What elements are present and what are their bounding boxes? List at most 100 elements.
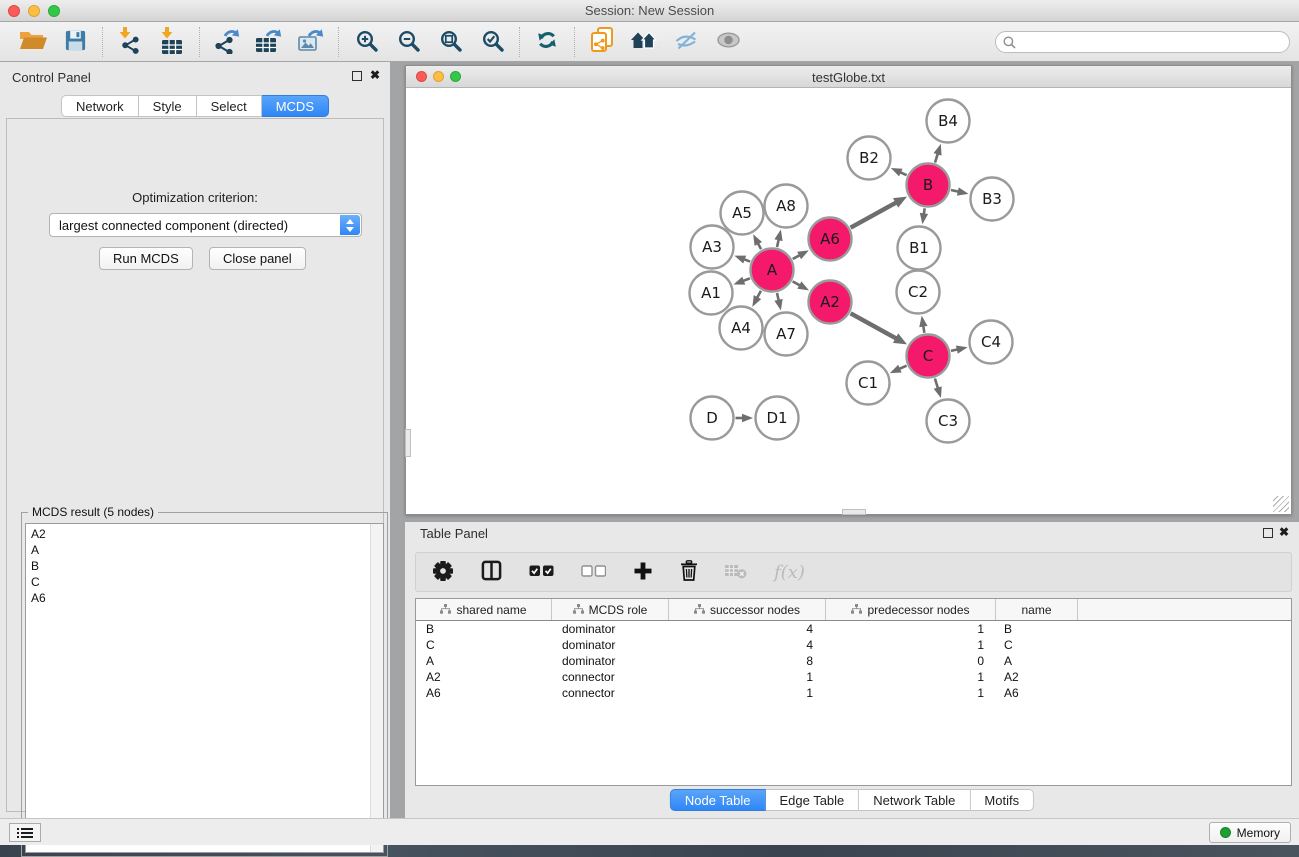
- node-table[interactable]: shared nameMCDS rolesuccessor nodesprede…: [415, 598, 1292, 786]
- graph-node-C2[interactable]: C2: [897, 271, 940, 314]
- tab-motifs[interactable]: Motifs: [970, 789, 1034, 811]
- graph-node-D1[interactable]: D1: [756, 397, 799, 440]
- graph-edge-A-A2[interactable]: [793, 281, 809, 290]
- graph-node-A5[interactable]: A5: [721, 192, 764, 235]
- network-window-titlebar[interactable]: testGlobe.txt: [406, 66, 1291, 88]
- import-table-button[interactable]: [151, 25, 193, 59]
- column-header-MCDS-role[interactable]: MCDS role: [552, 599, 669, 620]
- column-header-predecessor-nodes[interactable]: predecessor nodes: [826, 599, 996, 620]
- graph-edge-B-B4[interactable]: [934, 144, 942, 163]
- tab-select[interactable]: Select: [197, 95, 262, 117]
- refresh-button[interactable]: [526, 25, 568, 59]
- graph-node-A6[interactable]: A6: [809, 218, 852, 261]
- settings-gear-button[interactable]: [432, 560, 454, 585]
- tab-mcds[interactable]: MCDS: [262, 95, 329, 117]
- graph-edge-A-A6[interactable]: [793, 250, 809, 259]
- graph-edge-C-C2[interactable]: [919, 316, 927, 333]
- table-row[interactable]: Cdominator41C: [416, 637, 1291, 653]
- zoom-in-button[interactable]: [345, 25, 387, 59]
- open-file-button[interactable]: [12, 25, 54, 59]
- graph-node-B4[interactable]: B4: [927, 100, 970, 143]
- column-header-shared-name[interactable]: shared name: [416, 599, 552, 620]
- graph-edge-A-A4[interactable]: [752, 291, 761, 307]
- export-image-button[interactable]: [290, 25, 332, 59]
- delete-row-button[interactable]: [680, 560, 698, 584]
- deselect-all-button[interactable]: [581, 565, 606, 580]
- home-button[interactable]: [623, 25, 665, 59]
- graph-edge-A-A8[interactable]: [774, 229, 782, 247]
- column-header-name[interactable]: name: [996, 599, 1078, 620]
- graph-node-B[interactable]: B: [907, 164, 950, 207]
- mcds-result-item[interactable]: A: [31, 542, 378, 558]
- graph-edge-B-B3[interactable]: [951, 187, 969, 195]
- graph-node-B3[interactable]: B3: [971, 178, 1014, 221]
- zoom-fit-button[interactable]: [429, 25, 471, 59]
- graph-node-C1[interactable]: C1: [847, 362, 890, 405]
- graph-edge-A6-B[interactable]: [851, 197, 907, 228]
- column-header-successor-nodes[interactable]: successor nodes: [669, 599, 826, 620]
- graph-edge-C-C1[interactable]: [890, 365, 907, 373]
- hide-details-button[interactable]: [665, 25, 707, 59]
- graph-node-A2[interactable]: A2: [809, 281, 852, 324]
- graph-node-C3[interactable]: C3: [927, 400, 970, 443]
- network-from-selection-button[interactable]: [581, 25, 623, 59]
- graph-edge-B-B2[interactable]: [891, 168, 907, 176]
- export-network-button[interactable]: [206, 25, 248, 59]
- close-panel-icon[interactable]: ✖: [370, 68, 380, 82]
- result-scrollbar[interactable]: [370, 524, 383, 852]
- tab-edge-table[interactable]: Edge Table: [765, 789, 859, 811]
- table-row[interactable]: Adominator80A: [416, 653, 1291, 669]
- show-details-button[interactable]: [707, 25, 749, 59]
- mcds-result-item[interactable]: A6: [31, 590, 378, 606]
- network-canvas[interactable]: B4B2BB3A8A5A6B1A3AA1C2A2A4A7C4CC1C3DD1: [407, 88, 1291, 514]
- graph-edge-A2-C[interactable]: [851, 313, 907, 344]
- graph-node-A3[interactable]: A3: [691, 226, 734, 269]
- zoom-out-button[interactable]: [387, 25, 429, 59]
- horizontal-scrollbar-stub[interactable]: [842, 509, 866, 515]
- criterion-select[interactable]: largest connected component (directed): [49, 213, 362, 237]
- graph-node-A[interactable]: A: [751, 249, 794, 292]
- tab-network-table[interactable]: Network Table: [859, 789, 970, 811]
- tab-network[interactable]: Network: [61, 95, 139, 117]
- run-mcds-button[interactable]: Run MCDS: [99, 247, 193, 270]
- graph-node-D[interactable]: D: [691, 397, 734, 440]
- float-panel-icon[interactable]: [352, 71, 362, 81]
- tab-style[interactable]: Style: [139, 95, 197, 117]
- table-close-icon[interactable]: ✖: [1279, 525, 1289, 539]
- table-row[interactable]: Bdominator41B: [416, 621, 1291, 637]
- table-float-icon[interactable]: [1263, 528, 1273, 538]
- import-network-button[interactable]: [109, 25, 151, 59]
- graph-edge-C-C4[interactable]: [951, 345, 968, 353]
- graph-node-C4[interactable]: C4: [970, 321, 1013, 364]
- graph-node-A8[interactable]: A8: [765, 185, 808, 228]
- export-table-button[interactable]: [248, 25, 290, 59]
- mcds-result-item[interactable]: C: [31, 574, 378, 590]
- add-row-button[interactable]: [633, 561, 653, 584]
- memory-button[interactable]: Memory: [1209, 822, 1291, 843]
- graph-edge-A-A5[interactable]: [753, 234, 762, 249]
- select-all-button[interactable]: [529, 565, 554, 580]
- task-history-button[interactable]: [9, 823, 41, 842]
- graph-node-C[interactable]: C: [907, 335, 950, 378]
- column-view-button[interactable]: [481, 560, 502, 584]
- table-row[interactable]: A6connector11A6: [416, 685, 1291, 701]
- graph-edge-A-A1[interactable]: [733, 277, 750, 285]
- graph-node-A1[interactable]: A1: [690, 272, 733, 315]
- mcds-result-item[interactable]: A2: [31, 526, 378, 542]
- resize-grip-icon[interactable]: [1273, 496, 1289, 512]
- table-row[interactable]: A2connector11A2: [416, 669, 1291, 685]
- graph-edge-B-B1[interactable]: [920, 208, 928, 224]
- graph-edge-D-D1[interactable]: [736, 414, 754, 422]
- graph-edge-A-A3[interactable]: [734, 256, 750, 264]
- search-input[interactable]: [1016, 33, 1289, 51]
- graph-node-A7[interactable]: A7: [765, 313, 808, 356]
- mcds-result-item[interactable]: B: [31, 558, 378, 574]
- search-field[interactable]: [995, 31, 1290, 53]
- close-panel-button[interactable]: Close panel: [209, 247, 306, 270]
- mcds-result-list[interactable]: A2ABCA6: [25, 523, 384, 853]
- zoom-selected-button[interactable]: [471, 25, 513, 59]
- graph-node-B2[interactable]: B2: [848, 137, 891, 180]
- graph-node-B1[interactable]: B1: [898, 227, 941, 270]
- save-session-button[interactable]: [54, 25, 96, 59]
- graph-edge-C-C3[interactable]: [934, 378, 942, 398]
